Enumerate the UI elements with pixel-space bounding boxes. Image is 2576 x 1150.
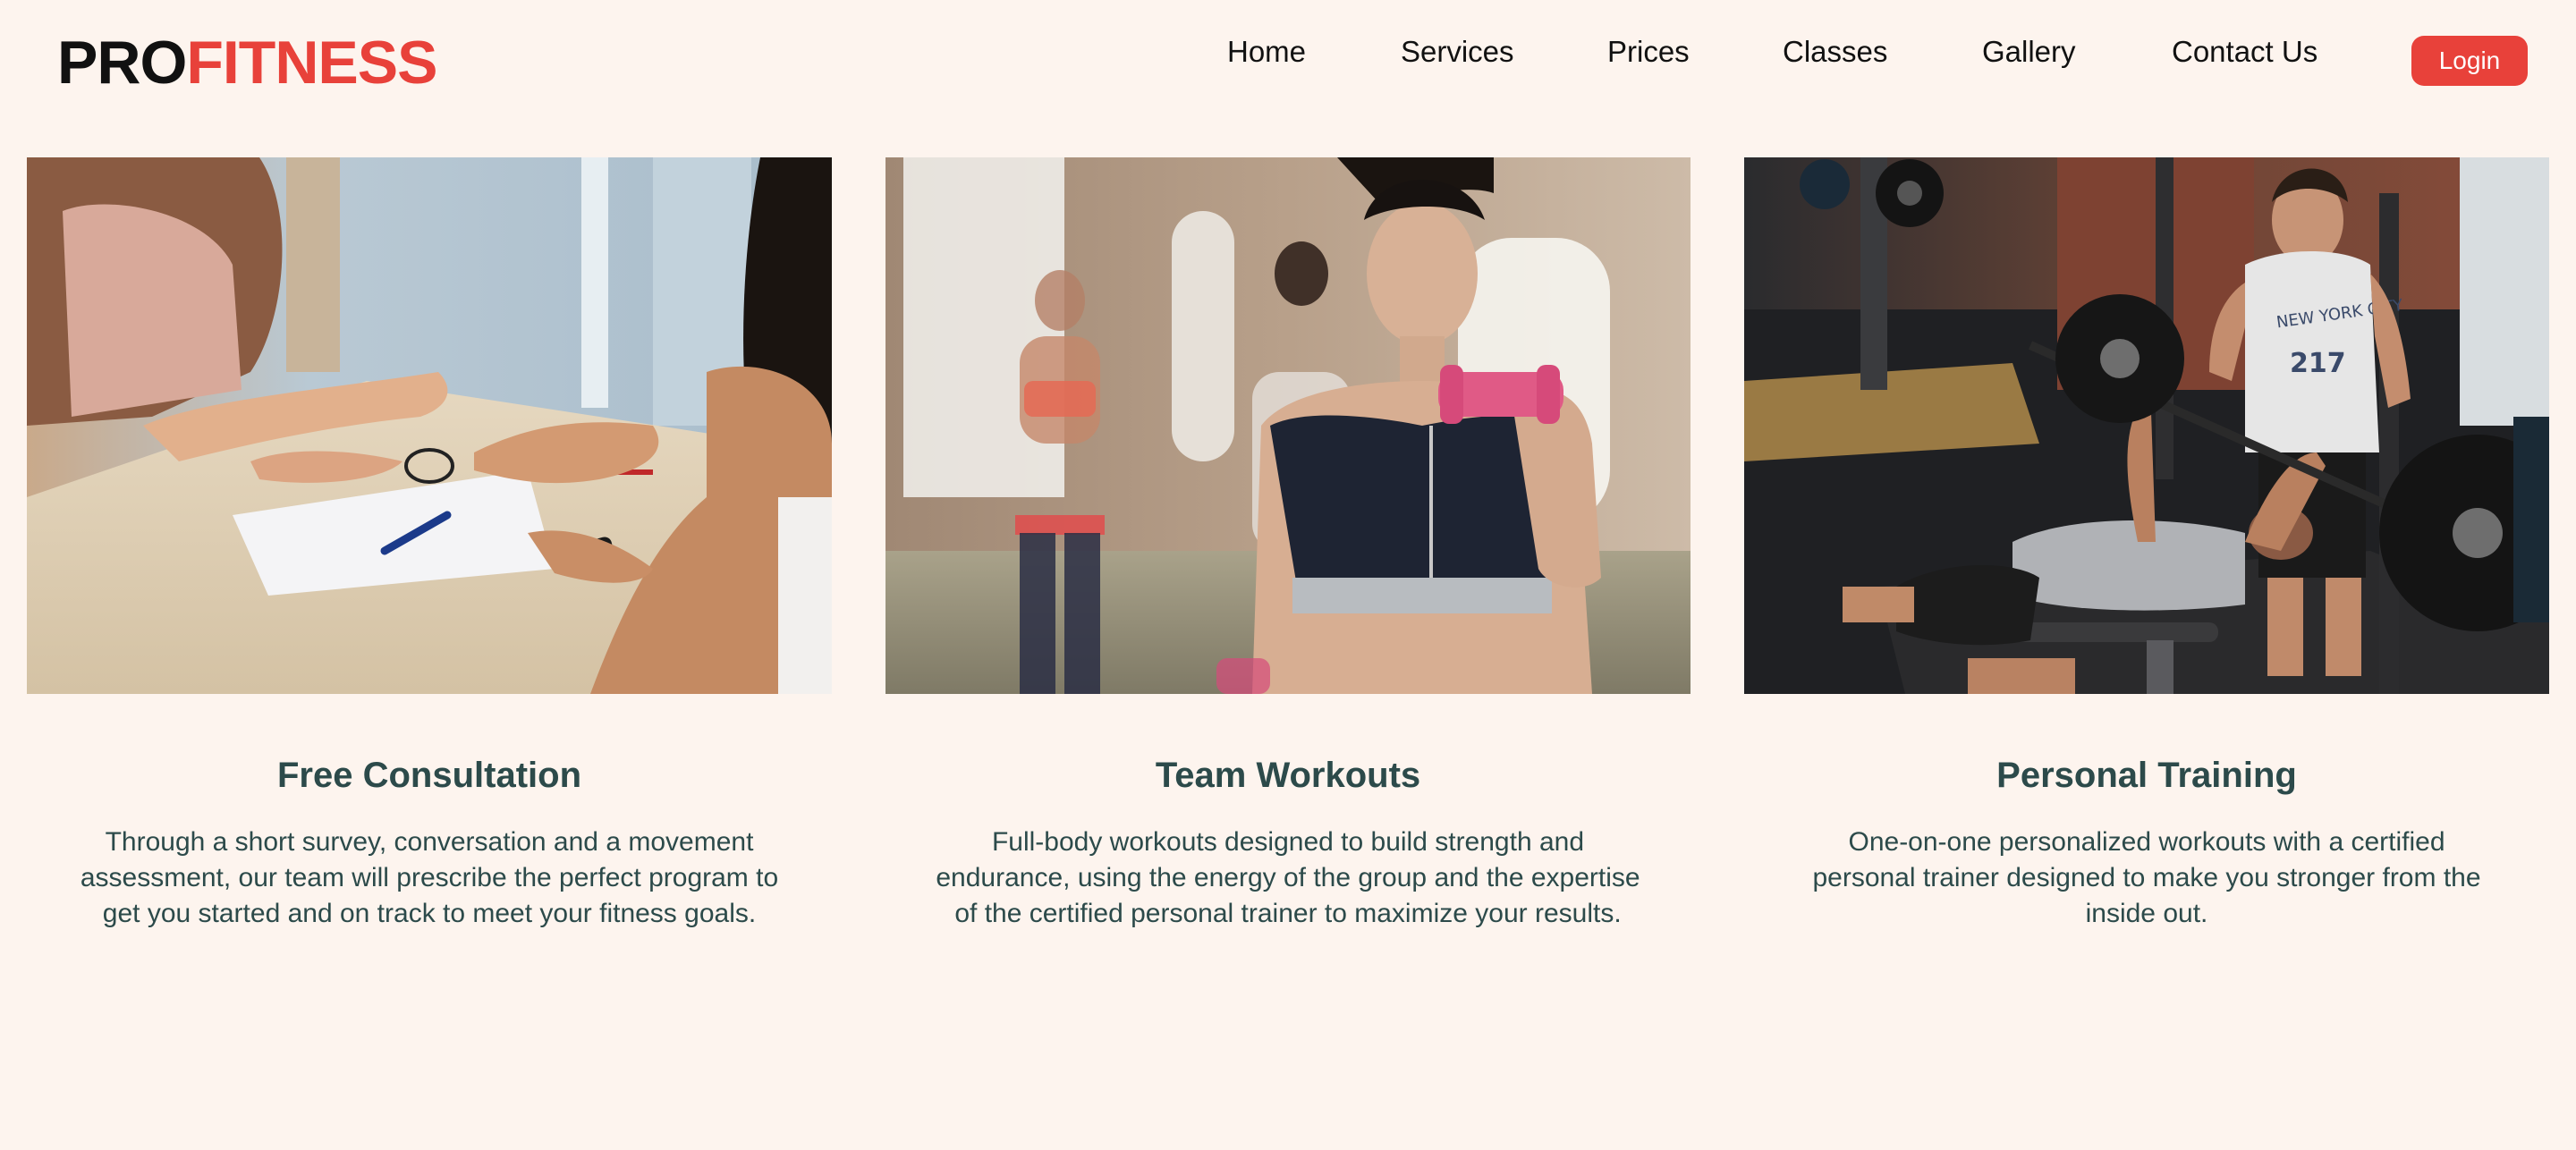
service-card-team-workouts: Team Workouts Full-body workouts designe… <box>886 157 1690 932</box>
nav-classes[interactable]: Classes <box>1783 32 1887 72</box>
card-description: Through a short survey, conversation and… <box>80 827 779 928</box>
card-title: Team Workouts <box>1155 756 1421 795</box>
login-button[interactable]: Login <box>2411 36 2528 86</box>
card-title: Free Consultation <box>276 756 582 795</box>
personal-training-photo: NEW YORK CITY 217 <box>1744 157 2549 694</box>
logo-fitness: FITNESS <box>186 29 437 97</box>
nav-services[interactable]: Services <box>1401 32 1514 72</box>
card-description: Full-body workouts designed to build str… <box>936 827 1640 928</box>
site-header: PROFITNESS Home Services Prices Classes … <box>0 0 2576 125</box>
page: PROFITNESS Home Services Prices Classes … <box>0 0 2576 1150</box>
nav-home[interactable]: Home <box>1227 32 1306 72</box>
svg-text:217: 217 <box>2290 348 2346 379</box>
logo-pro: PRO <box>57 29 187 97</box>
consultation-photo <box>27 157 832 694</box>
service-card-consultation: Free Consultation Through a short survey… <box>27 157 832 932</box>
site-logo[interactable]: PROFITNESS <box>57 27 438 98</box>
service-card-personal-training: NEW YORK CITY 217 Personal Training One-… <box>1744 157 2549 932</box>
card-title: Personal Training <box>1996 756 2297 795</box>
card-description: One-on-one personalized workouts with a … <box>1812 827 2481 928</box>
team-workout-photo <box>886 157 1690 694</box>
nav-prices[interactable]: Prices <box>1607 32 1690 72</box>
nav-contact-us[interactable]: Contact Us <box>2172 32 2318 72</box>
nav-gallery[interactable]: Gallery <box>1982 32 2076 72</box>
